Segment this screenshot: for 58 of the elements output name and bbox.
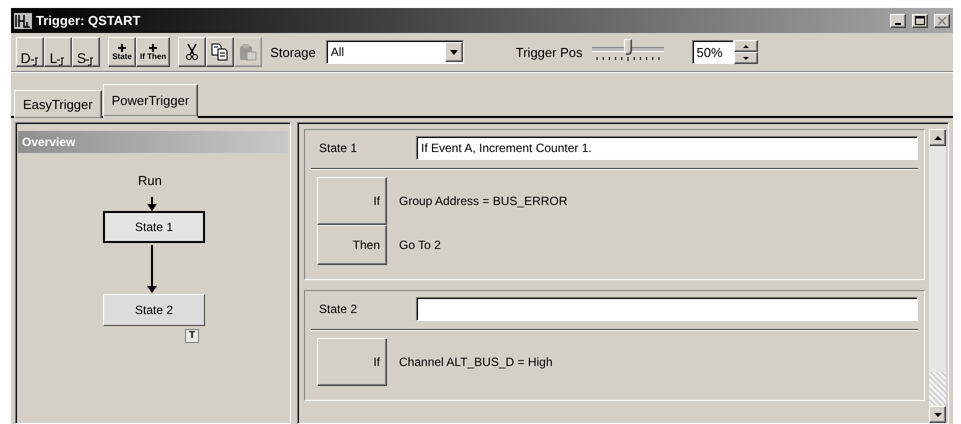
down-arrow-icon bbox=[743, 56, 750, 60]
probe-button[interactable]: S bbox=[72, 37, 100, 67]
condition-text: Channel ALT_BUS_D = High bbox=[399, 354, 553, 371]
scroll-thumb[interactable] bbox=[929, 372, 946, 406]
state-name: State 2 bbox=[318, 302, 358, 316]
trigger-pos-label: Trigger Pos bbox=[516, 44, 582, 60]
scissors-icon bbox=[184, 43, 200, 61]
maximize-icon bbox=[915, 16, 925, 25]
panel-header: Overview bbox=[18, 131, 288, 153]
condition-keyword-button[interactable]: If bbox=[317, 338, 387, 386]
state-node[interactable]: State 1 bbox=[103, 211, 205, 243]
scroll-up-button[interactable] bbox=[929, 129, 946, 146]
condition-keyword-button[interactable]: Then bbox=[317, 225, 387, 265]
plus-icon bbox=[118, 44, 126, 52]
probe-button[interactable]: D bbox=[16, 37, 44, 67]
cut-button[interactable] bbox=[178, 37, 206, 67]
minimize-icon bbox=[895, 22, 901, 24]
storage-dropdown[interactable]: All bbox=[326, 40, 464, 64]
condition-text: Group Address = BUS_ERROR bbox=[399, 193, 568, 210]
flow-arrow bbox=[146, 197, 158, 211]
condition-text: Go To 2 bbox=[399, 237, 442, 254]
slider-thumb[interactable] bbox=[624, 39, 632, 55]
probe-button[interactable]: L bbox=[44, 37, 72, 67]
spin-down-button[interactable] bbox=[734, 52, 758, 64]
app-icon bbox=[14, 12, 32, 28]
copy-icon bbox=[211, 43, 230, 61]
minimize-button[interactable] bbox=[890, 14, 906, 28]
up-arrow-icon bbox=[934, 136, 942, 140]
state-name: State 1 bbox=[318, 141, 358, 155]
description-field[interactable]: If Event A, Increment Counter 1. bbox=[416, 136, 918, 160]
add-button[interactable]: State bbox=[108, 37, 136, 67]
close-button[interactable] bbox=[934, 14, 950, 28]
plus-icon bbox=[149, 44, 158, 52]
start-label: Run bbox=[138, 173, 162, 188]
scrollbar[interactable] bbox=[929, 129, 946, 423]
pulse-icon bbox=[30, 56, 40, 66]
spin-up-button[interactable] bbox=[734, 40, 758, 52]
clipboard-icon bbox=[239, 43, 258, 61]
down-arrow-icon bbox=[934, 412, 942, 416]
up-arrow-icon bbox=[743, 44, 750, 48]
close-icon bbox=[938, 16, 946, 24]
copy-button[interactable] bbox=[206, 37, 234, 67]
condition-keyword-button[interactable]: If bbox=[317, 177, 387, 225]
scroll-down-button[interactable] bbox=[929, 406, 946, 423]
flow-arrow bbox=[146, 245, 158, 293]
tab[interactable]: EasyTrigger bbox=[14, 90, 102, 118]
pulse-icon bbox=[86, 56, 96, 66]
maximize-button[interactable] bbox=[912, 14, 928, 28]
pulse-icon bbox=[57, 56, 66, 66]
description-field[interactable] bbox=[416, 297, 918, 321]
trigger-badge: T bbox=[185, 329, 199, 343]
state-node[interactable]: State 2 bbox=[103, 294, 205, 326]
trigger-pos-field[interactable]: 50% bbox=[692, 40, 734, 64]
window-title: Trigger: QSTART bbox=[36, 13, 142, 28]
storage-label: Storage bbox=[270, 44, 316, 60]
add-button[interactable]: If Then bbox=[136, 37, 170, 67]
tab[interactable]: PowerTrigger bbox=[102, 84, 198, 118]
dropdown-arrow-icon bbox=[450, 50, 458, 54]
